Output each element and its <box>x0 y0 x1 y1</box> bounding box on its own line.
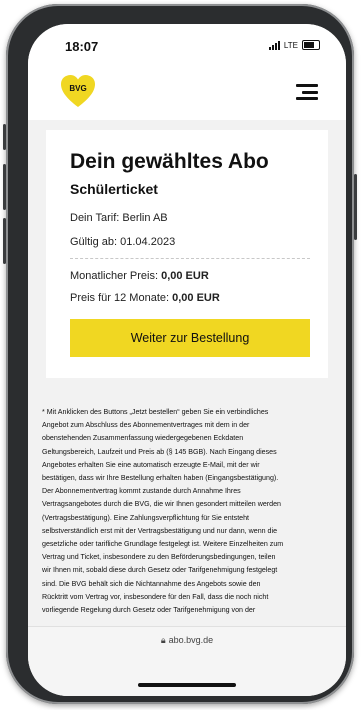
legal-text-line: wir Ihnen mit, sobald diese durch Gesetz… <box>42 566 278 575</box>
app-header: BVG <box>28 68 346 120</box>
legal-text-line: * Mit Anklicken des Buttons „Jetzt beste… <box>42 408 269 416</box>
monthly-price-row: Monatlicher Preis: 0,00 EUR <box>70 270 209 282</box>
legal-text-line: (Vertragsbestätigung). Eine Zahlungsverp… <box>42 513 250 522</box>
lock-icon: 🔒︎ <box>160 635 166 645</box>
side-button <box>3 218 6 264</box>
browser-url-bar[interactable]: 🔒︎ abo.bvg.de <box>28 626 346 696</box>
status-time: 18:07 <box>65 39 99 54</box>
signal-icon <box>268 40 280 50</box>
continue-to-order-button[interactable]: Weiter zur Bestellung <box>70 319 310 357</box>
divider <box>70 258 310 259</box>
tarif-text: Dein Tarif: Berlin AB <box>70 212 168 224</box>
legal-text-line: Angebot zum Abschluss des Abonnementvert… <box>42 421 250 430</box>
legal-text: * Mit Anklicken des Buttons „Jetzt beste… <box>42 406 334 617</box>
network-label: LTE <box>283 40 298 50</box>
legal-text-line: Geltungsbereich, Laufzeit und Preis ab (… <box>42 447 277 456</box>
home-indicator[interactable] <box>138 683 236 687</box>
side-button <box>354 174 357 240</box>
ticket-name: Schülerticket <box>70 181 158 197</box>
valid-from-text: Gültig ab: 01.04.2023 <box>70 236 176 248</box>
legal-text-line: Angebotes erhalten Sie eine automatisch … <box>42 460 260 469</box>
yearly-price-value: 0,00 EUR <box>172 292 220 304</box>
yearly-price-label: Preis für 12 Monate: <box>70 292 173 304</box>
battery-icon <box>302 40 320 50</box>
url-display[interactable]: 🔒︎ abo.bvg.de <box>28 635 346 646</box>
legal-text-line: Rücktritt vom Vertrag vor, insbesondere … <box>42 592 269 601</box>
legal-text-line: bestätigen, dass wir Ihre Bestellung erh… <box>42 474 279 483</box>
phone-frame: 18:07 LTE BVG Dein gewähltes Abo Schüler… <box>3 4 357 704</box>
phone-screen: 18:07 LTE BVG Dein gewähltes Abo Schüler… <box>28 24 346 696</box>
status-icons: LTE <box>268 40 320 50</box>
monthly-price-label: Monatlicher Preis: <box>70 270 162 282</box>
subscription-summary-card: Dein gewähltes Abo Schülerticket Dein Ta… <box>46 130 328 378</box>
url-text: abo.bvg.de <box>168 635 214 645</box>
hamburger-menu-icon[interactable] <box>296 84 318 100</box>
card-title: Dein gewähltes Abo <box>70 150 269 173</box>
yearly-price-row: Preis für 12 Monate: 0,00 EUR <box>70 292 220 304</box>
page-content: Dein gewähltes Abo Schülerticket Dein Ta… <box>28 120 346 696</box>
legal-text-line: gesetzliche oder tarifliche Grundlage fe… <box>42 540 284 549</box>
logo-text: BVG <box>69 84 86 93</box>
status-bar: 18:07 LTE <box>28 24 346 68</box>
legal-text-line: Der Abonnementvertrag kommt zustande dur… <box>42 487 241 496</box>
bvg-logo[interactable]: BVG <box>60 74 96 110</box>
legal-text-line: Vertrag und Ticket, insbesondere zu den … <box>42 553 276 562</box>
side-button <box>3 124 6 150</box>
legal-text-line: Vertragsangebotes durch die BVG, die wir… <box>42 500 281 509</box>
monthly-price-value: 0,00 EUR <box>161 270 209 282</box>
legal-text-line: obenstehenden Zusammenfassung wiedergege… <box>42 434 244 443</box>
side-button <box>3 164 6 210</box>
legal-text-line: vorliegende Regelung durch Gesetz oder T… <box>42 606 256 615</box>
legal-text-line: sind. Die BVG behält sich die Nichtannah… <box>42 579 261 588</box>
legal-text-line: selbstverständlich erst mit der Vertrags… <box>42 526 278 535</box>
